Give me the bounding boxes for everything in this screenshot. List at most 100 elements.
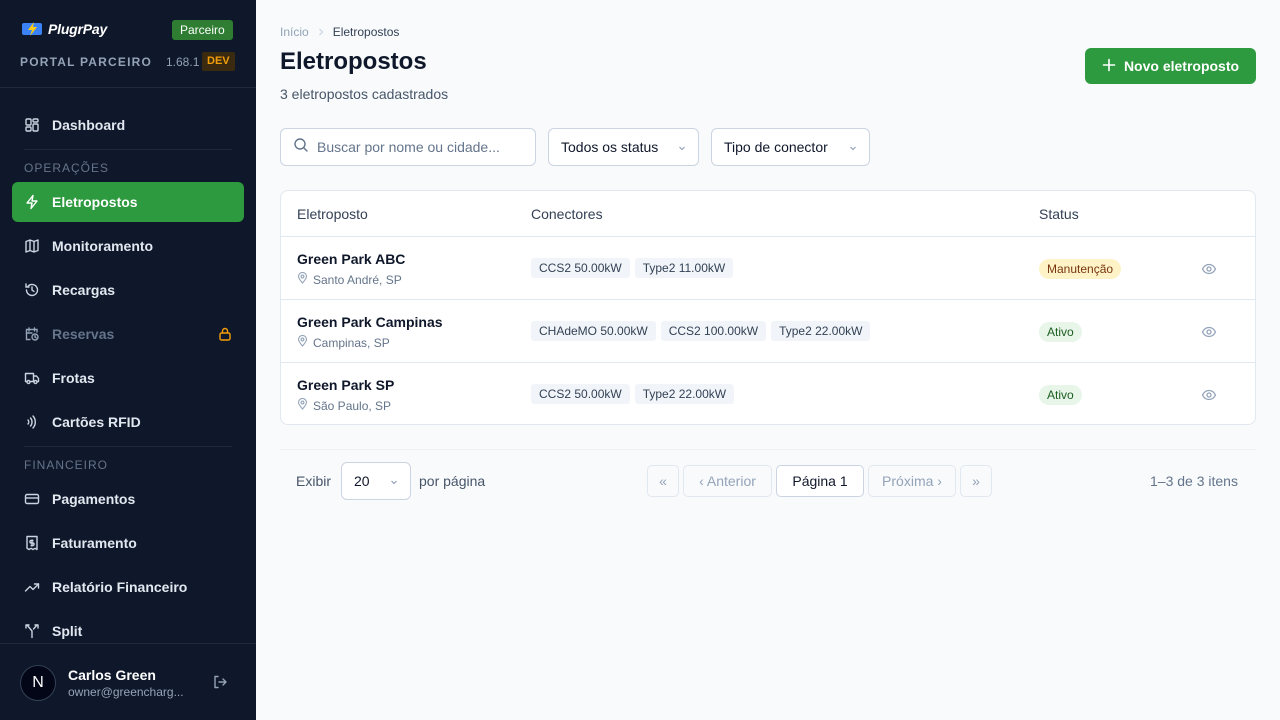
sidebar-item-label: Split <box>52 623 83 639</box>
breadcrumb: Início Eletropostos <box>280 25 399 39</box>
station-location-text: Santo André, SP <box>313 272 402 287</box>
chevron-down-icon <box>849 139 857 155</box>
status-badge: Manutenção <box>1039 259 1122 279</box>
column-header-status: Status <box>1039 206 1079 222</box>
new-station-button[interactable]: Novo eletroposto <box>1085 48 1256 84</box>
plug-logo-icon <box>22 21 44 37</box>
search-input[interactable] <box>317 139 527 155</box>
eye-icon[interactable] <box>1201 324 1217 345</box>
station-name[interactable]: Green Park ABC <box>297 251 405 267</box>
sidebar-item-relatorio-financeiro[interactable]: Relatório Financeiro <box>12 567 244 607</box>
map-icon <box>24 238 40 254</box>
status-badge: Ativo <box>1039 385 1082 405</box>
sidebar-item-pagamentos[interactable]: Pagamentos <box>12 479 244 519</box>
per-page-prefix: Exibir <box>296 473 332 489</box>
connector-filter-select[interactable]: Tipo de conector <box>711 128 870 166</box>
table-row[interactable]: Green Park ABC Santo André, SP CCS2 50.00k… <box>281 237 1255 300</box>
sidebar-item-label: Eletropostos <box>52 194 138 210</box>
sidebar-item-faturamento[interactable]: Faturamento <box>12 523 244 563</box>
history-icon <box>24 282 40 298</box>
per-page-value: 20 <box>354 473 370 489</box>
stations-table: Eletroposto Conectores Status Green Park… <box>280 190 1256 425</box>
pagination-divider <box>280 449 1256 450</box>
plus-icon <box>1102 58 1116 75</box>
credit-card-icon <box>24 491 40 507</box>
station-location-text: Campinas, SP <box>313 335 390 350</box>
user-profile: N Carlos Green owner@greencharg... <box>0 643 256 720</box>
sidebar-item-label: Relatório Financeiro <box>52 579 188 595</box>
calendar-clock-icon <box>24 326 40 342</box>
connector-chip: Type2 22.00kW <box>634 384 735 404</box>
section-label-financial: FINANCEIRO <box>24 458 109 472</box>
page-subtitle: 3 eletropostos cadastrados <box>280 86 449 102</box>
truck-icon <box>24 370 40 386</box>
status-filter-value: Todos os status <box>561 139 659 155</box>
user-email: owner@greencharg... <box>68 685 184 699</box>
sidebar-item-label: Faturamento <box>52 535 137 551</box>
eye-icon[interactable] <box>1201 261 1217 282</box>
connector-list: CCS2 50.00kW Type2 11.00kW <box>531 258 734 278</box>
station-location-text: São Paulo, SP <box>313 398 392 413</box>
breadcrumb-home[interactable]: Início <box>280 25 309 39</box>
breadcrumb-current: Eletropostos <box>332 25 400 39</box>
eye-icon[interactable] <box>1201 387 1217 408</box>
last-page-button[interactable]: » <box>960 465 992 497</box>
trending-up-icon <box>24 579 40 595</box>
prev-page-button[interactable]: ‹ Anterior <box>683 465 772 497</box>
current-page-indicator[interactable]: Página 1 <box>776 465 864 497</box>
table-row[interactable]: Green Park SP São Paulo, SP CCS2 50.00kW Ty… <box>281 363 1255 424</box>
env-badge: DEV <box>202 52 235 71</box>
sidebar-item-reservas[interactable]: Reservas <box>12 314 244 354</box>
connector-chip: CCS2 50.00kW <box>531 258 630 278</box>
sidebar-item-eletropostos[interactable]: Eletropostos <box>12 182 244 222</box>
sidebar: PlugrPay Parceiro PORTAL PARCEIRO 1.68.1… <box>0 0 256 720</box>
per-page-select[interactable]: 20 <box>341 462 411 500</box>
receipt-icon <box>24 535 40 551</box>
app-version: 1.68.1 <box>166 55 200 69</box>
station-name[interactable]: Green Park Campinas <box>297 314 443 330</box>
sidebar-item-cartoes-rfid[interactable]: Cartões RFID <box>12 402 244 442</box>
station-location: Campinas, SP <box>297 334 390 350</box>
chevron-down-icon <box>678 139 686 155</box>
sidebar-item-monitoramento[interactable]: Monitoramento <box>12 226 244 266</box>
next-page-button[interactable]: Próxima › <box>868 465 956 497</box>
map-pin-icon <box>297 271 308 287</box>
portal-label: PORTAL PARCEIRO <box>20 55 153 69</box>
sidebar-item-dashboard[interactable]: Dashboard <box>12 105 244 145</box>
connector-chip: Type2 11.00kW <box>634 258 734 278</box>
connector-chip: CHAdeMO 50.00kW <box>531 321 656 341</box>
logo[interactable]: PlugrPay <box>22 21 107 37</box>
connector-list: CHAdeMO 50.00kW CCS2 100.00kW Type2 22.00k… <box>531 321 871 341</box>
sidebar-item-frotas[interactable]: Frotas <box>12 358 244 398</box>
map-pin-icon <box>297 397 308 413</box>
per-page-suffix: por página <box>419 473 486 489</box>
lock-icon <box>218 326 232 345</box>
sidebar-item-recargas[interactable]: Recargas <box>12 270 244 310</box>
table-row[interactable]: Green Park Campinas Campinas, SP CHAdeMO 5… <box>281 300 1255 363</box>
first-page-button[interactable]: « <box>647 465 679 497</box>
connector-filter-value: Tipo de conector <box>724 139 828 155</box>
station-name[interactable]: Green Park SP <box>297 377 394 393</box>
status-filter-select[interactable]: Todos os status <box>548 128 699 166</box>
status-badge: Ativo <box>1039 322 1082 342</box>
sidebar-item-label: Cartões RFID <box>52 414 141 430</box>
connector-chip: Type2 22.00kW <box>771 321 871 341</box>
avatar[interactable]: N <box>20 665 56 701</box>
section-label-operations: OPERAÇÕES <box>24 161 110 175</box>
new-station-button-label: Novo eletroposto <box>1123 58 1240 74</box>
page-title: Eletropostos <box>280 48 427 75</box>
chevron-right-icon <box>317 25 325 39</box>
column-header-connectors: Conectores <box>531 206 603 222</box>
sidebar-item-label: Reservas <box>52 326 115 342</box>
sidebar-divider <box>24 446 232 447</box>
connector-chip: CCS2 100.00kW <box>660 321 767 341</box>
station-location: São Paulo, SP <box>297 397 392 413</box>
connector-list: CCS2 50.00kW Type2 22.00kW <box>531 384 735 404</box>
column-header-station: Eletroposto <box>297 206 368 222</box>
logout-icon[interactable] <box>212 674 228 695</box>
table-header: Eletroposto Conectores Status <box>281 191 1255 237</box>
split-icon <box>24 623 40 639</box>
zap-icon <box>24 194 40 210</box>
sidebar-divider <box>24 149 232 150</box>
brand-header: PlugrPay Parceiro PORTAL PARCEIRO 1.68.1… <box>0 0 256 88</box>
